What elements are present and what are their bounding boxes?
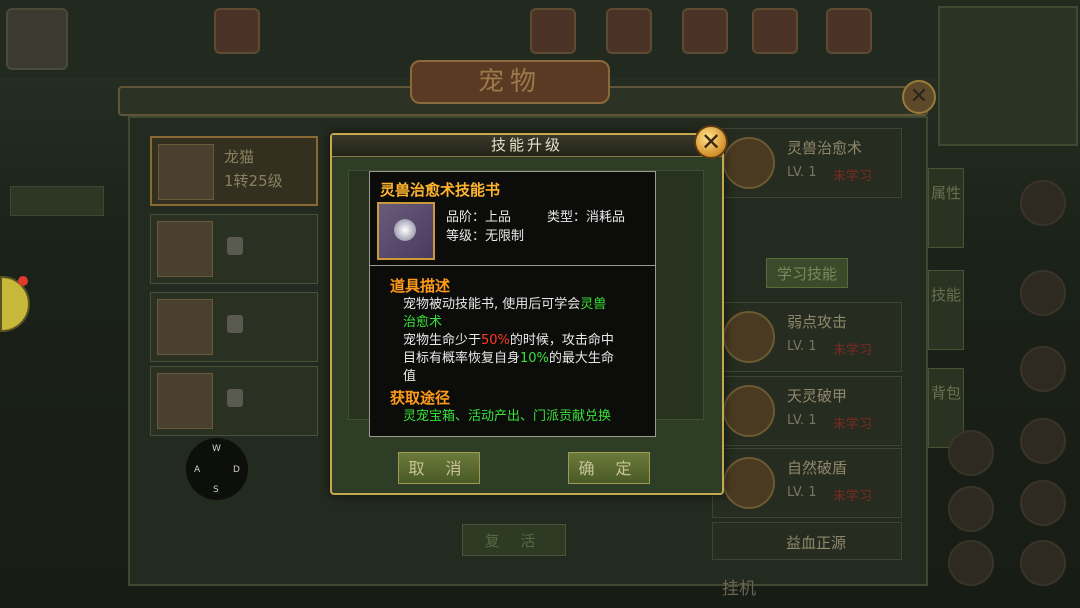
tab-attributes[interactable]: 属性 [928, 168, 964, 248]
pet-portrait [157, 373, 213, 429]
skill-level: LV. 1 [787, 485, 817, 500]
pet-portrait [157, 221, 213, 277]
pet-slot-4[interactable] [150, 366, 318, 436]
right-menu-icon[interactable] [1020, 540, 1066, 586]
item-description: 宠物被动技能书, 使用后可学会灵兽 治愈术 宠物生命少于50%的时候，攻击命中 … [403, 297, 614, 384]
confirm-button[interactable]: 确 定 [568, 452, 650, 484]
skill-level: LV. 1 [787, 413, 817, 428]
notification-dot [18, 276, 28, 286]
right-menu-icon[interactable] [1020, 346, 1066, 392]
pet-slot-1[interactable]: 龙猫 1转25级 [150, 136, 318, 206]
cancel-button[interactable]: 取 消 [398, 452, 480, 484]
skill-heal-icon [723, 137, 775, 189]
top-menu-icon-4[interactable] [752, 8, 798, 54]
pet-slot-2[interactable] [150, 214, 318, 284]
skill-name: 益血正源 [786, 534, 847, 552]
skill-status: 未学习 [833, 343, 873, 358]
item-grade: 品阶：上品 [446, 210, 512, 225]
skill-status: 未学习 [833, 489, 873, 504]
pet-panel-title: 宠物 [410, 60, 610, 104]
joystick-left-label: A [194, 465, 201, 475]
dialog-title: 技能升级 [490, 136, 563, 154]
pet-name: 龙猫 [224, 148, 255, 166]
learn-skill-button[interactable]: 学习技能 [766, 258, 848, 288]
joystick-down-label: S [213, 485, 219, 495]
skill-status: 未学习 [833, 169, 873, 184]
revive-button[interactable]: 复 活 [462, 524, 566, 556]
skill-weakpoint-icon [723, 311, 775, 363]
skill-name: 天灵破甲 [787, 387, 848, 405]
item-name: 灵兽治愈术技能书 [380, 181, 501, 199]
skill-name: 弱点攻击 [787, 313, 848, 331]
dialog-close-icon[interactable]: ✕ [694, 125, 728, 159]
skill-level: LV. 1 [787, 165, 817, 180]
skill-name: 自然破盾 [787, 459, 848, 477]
lock-icon [227, 315, 243, 333]
skill-card-4[interactable]: 自然破盾 LV. 1 未学习 [712, 448, 902, 518]
right-menu-icon[interactable] [948, 430, 994, 476]
skill-card-2[interactable]: 弱点攻击 LV. 1 未学习 [712, 302, 902, 372]
right-menu-icon[interactable] [948, 540, 994, 586]
desc-section-title: 道具描述 [390, 277, 451, 295]
top-menu-icon-3[interactable] [682, 8, 728, 54]
right-menu-icon[interactable] [1020, 180, 1066, 226]
pet-slot-3[interactable] [150, 292, 318, 362]
player-avatar[interactable] [6, 8, 68, 70]
lock-icon [227, 237, 243, 255]
lock-icon [227, 389, 243, 407]
top-menu-icon-5[interactable] [826, 8, 872, 54]
skill-card-3[interactable]: 天灵破甲 LV. 1 未学习 [712, 376, 902, 446]
pet-portrait [157, 299, 213, 355]
source-section-title: 获取途径 [390, 389, 451, 407]
right-menu-icon[interactable] [1020, 480, 1066, 526]
item-type: 类型：消耗品 [547, 210, 626, 225]
tab-skills[interactable]: 技能 [928, 270, 964, 350]
auto-battle-button[interactable]: 挂机 [722, 574, 756, 599]
minimap[interactable] [938, 6, 1078, 146]
right-menu-icon[interactable] [1020, 270, 1066, 316]
left-status-chip[interactable] [10, 186, 104, 216]
top-menu-icon-2[interactable] [606, 8, 652, 54]
skill-level: LV. 1 [787, 339, 817, 354]
pet-portrait [158, 144, 214, 200]
tooltip-divider [370, 265, 655, 266]
skill-shieldbreak-icon [723, 457, 775, 509]
item-source: 灵宠宝箱、活动产出、门派贡献兑换 [403, 409, 612, 424]
right-menu-icon[interactable] [1020, 418, 1066, 464]
skill-armorbreak-icon [723, 385, 775, 437]
pet-level: 1转25级 [224, 172, 283, 190]
pet-panel-close-icon[interactable]: ✕ [902, 80, 936, 114]
top-activity-icon[interactable] [214, 8, 260, 54]
book-gem-icon [394, 219, 416, 241]
right-menu-icon[interactable] [948, 486, 994, 532]
top-menu-icon-1[interactable] [530, 8, 576, 54]
skill-card-1[interactable]: 灵兽治愈术 LV. 1 未学习 [712, 128, 902, 198]
skill-status: 未学习 [833, 417, 873, 432]
item-level-req: 等级：无限制 [446, 229, 525, 244]
joystick-up-label: W [212, 444, 221, 454]
joystick-right-label: D [233, 465, 240, 475]
skill-name: 灵兽治愈术 [787, 139, 863, 157]
